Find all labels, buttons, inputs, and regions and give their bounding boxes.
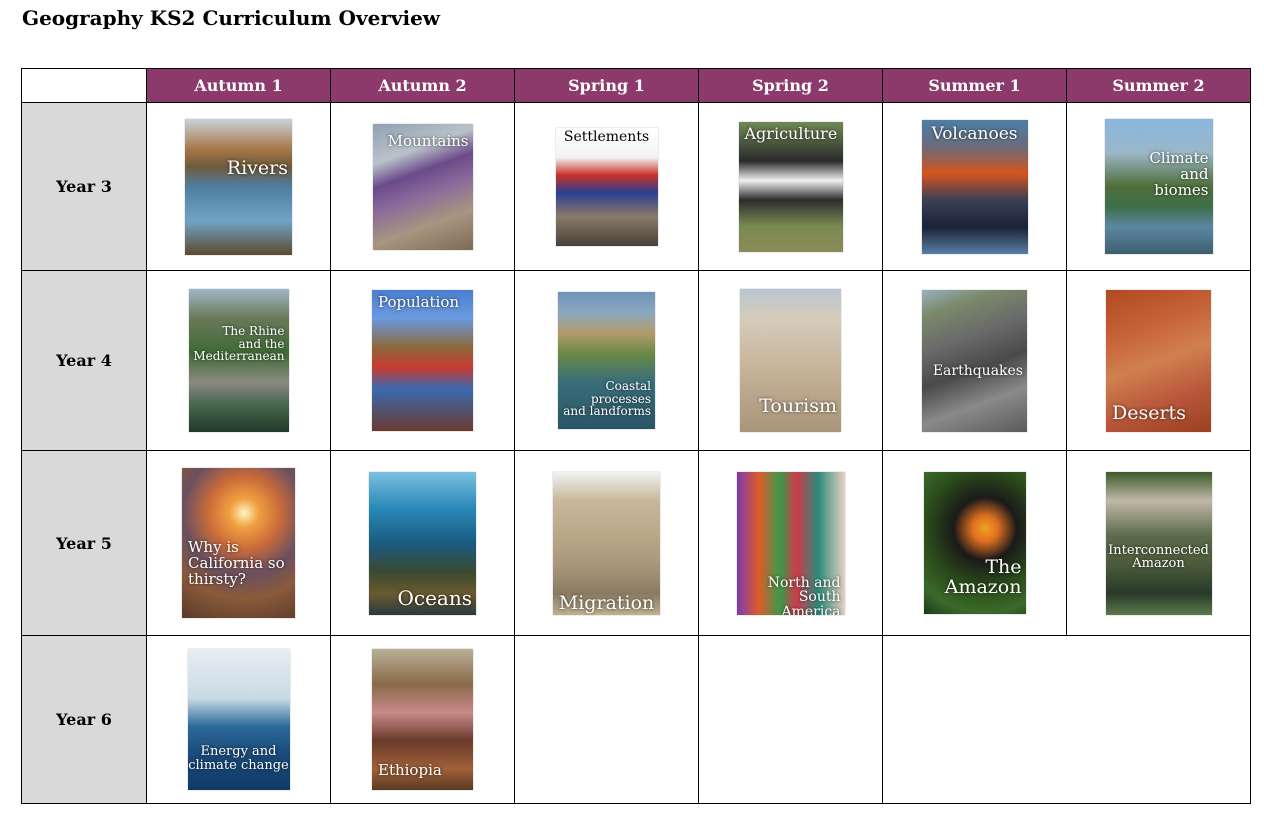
topic-card-rhine-mediterranean[interactable]: The Rhine and the Mediterranean	[188, 289, 289, 432]
year-label: Year 4	[21, 270, 147, 451]
topic-card-coastal[interactable]: Coastal processes and landforms	[558, 292, 655, 429]
topic-label: Deserts	[1112, 401, 1186, 424]
topic-label: Population	[378, 293, 460, 311]
topic-label: Settlements	[563, 128, 650, 145]
empty-cell	[698, 635, 883, 804]
topic-cell: Agriculture	[698, 102, 883, 271]
term-header-summer-1: Summer 1	[882, 68, 1067, 103]
topic-cell: North and South America	[698, 450, 883, 636]
topic-cell: Settlements	[514, 102, 699, 271]
topic-card-climate-biomes[interactable]: Climate and biomes	[1104, 119, 1213, 254]
year-label: Year 6	[21, 635, 147, 804]
topic-card-americas[interactable]: North and South America	[736, 471, 845, 615]
topic-card-deserts[interactable]: Deserts	[1106, 289, 1211, 432]
topic-card-oceans[interactable]: Oceans	[369, 471, 476, 615]
topic-card-ethiopia[interactable]: Ethiopia	[372, 649, 473, 790]
topic-label: Mountains	[387, 131, 469, 150]
topic-cell: Earthquakes	[882, 270, 1067, 451]
term-header-summer-2: Summer 2	[1066, 68, 1251, 103]
term-header-autumn-2: Autumn 2	[330, 68, 515, 103]
topic-cell: Energy and climate change	[146, 635, 331, 804]
year-row: Year 4 The Rhine and the Mediterranean P…	[21, 270, 1251, 451]
topic-cell: Why is California so thirsty?	[146, 450, 331, 636]
topic-cell: Volcanoes	[882, 102, 1067, 271]
topic-card-tourism[interactable]: Tourism	[740, 289, 841, 432]
corner-cell	[21, 68, 147, 103]
year-row: Year 6 Energy and climate change Ethiopi…	[21, 635, 1251, 804]
topic-cell: Coastal processes and landforms	[514, 270, 699, 451]
year-label: Year 5	[21, 450, 147, 636]
empty-cell	[882, 635, 1251, 804]
topic-label: Energy and climate change	[188, 744, 289, 773]
topic-label: Why is California so thirsty?	[188, 538, 285, 588]
topic-card-migration[interactable]: Migration	[553, 471, 660, 615]
topic-card-volcanoes[interactable]: Volcanoes	[921, 119, 1028, 254]
topic-label: Migration	[558, 591, 655, 614]
topic-card-agriculture[interactable]: Agriculture	[738, 121, 843, 252]
topic-card-interconnected-amazon[interactable]: Interconnected Amazon	[1105, 471, 1212, 615]
header-row: Autumn 1 Autumn 2 Spring 1 Spring 2 Summ…	[21, 68, 1251, 103]
topic-card-rivers[interactable]: Rivers	[185, 118, 292, 255]
topic-cell: Deserts	[1066, 270, 1251, 451]
topic-label: Coastal processes and landforms	[563, 379, 651, 419]
topic-card-population[interactable]: Population	[372, 290, 473, 431]
term-header-spring-2: Spring 2	[698, 68, 883, 103]
topic-card-california[interactable]: Why is California so thirsty?	[182, 468, 295, 618]
term-header-spring-1: Spring 1	[514, 68, 699, 103]
topic-cell: Oceans	[330, 450, 515, 636]
curriculum-table: Autumn 1 Autumn 2 Spring 1 Spring 2 Summ…	[21, 68, 1251, 804]
topic-label: Oceans	[397, 585, 472, 610]
topic-cell: Mountains	[330, 102, 515, 271]
topic-cell: Rivers	[146, 102, 331, 271]
topic-card-settlements[interactable]: Settlements	[555, 127, 658, 246]
topic-cell: Interconnected Amazon	[1066, 450, 1251, 636]
topic-label: Volcanoes	[931, 123, 1018, 144]
topic-cell: Population	[330, 270, 515, 451]
empty-cell	[514, 635, 699, 804]
topic-label: The Amazon	[944, 556, 1022, 598]
topic-card-amazon[interactable]: The Amazon	[923, 472, 1026, 614]
topic-card-mountains[interactable]: Mountains	[372, 123, 473, 250]
page-title: Geography KS2 Curriculum Overview	[22, 6, 441, 30]
topic-label: Rivers	[226, 156, 288, 179]
topic-cell: Climate and biomes	[1066, 102, 1251, 271]
topic-label: Interconnected Amazon	[1108, 542, 1209, 572]
topic-label: Agriculture	[744, 123, 838, 143]
topic-label: Tourism	[759, 395, 837, 417]
topic-cell: Ethiopia	[330, 635, 515, 804]
topic-card-earthquakes[interactable]: Earthquakes	[922, 289, 1027, 432]
term-header-autumn-1: Autumn 1	[146, 68, 331, 103]
topic-label: Climate and biomes	[1149, 149, 1209, 199]
topic-label: Earthquakes	[932, 362, 1023, 379]
topic-label: The Rhine and the Mediterranean	[193, 324, 285, 364]
year-row: Year 3 Rivers Mountains Settlements Agri…	[21, 102, 1251, 271]
topic-label: North and South America	[767, 574, 841, 615]
topic-label: Ethiopia	[378, 761, 442, 779]
topic-cell: Tourism	[698, 270, 883, 451]
topic-cell: The Amazon	[882, 450, 1067, 636]
year-row: Year 5 Why is California so thirsty? Oce…	[21, 450, 1251, 636]
year-label: Year 3	[21, 102, 147, 271]
topic-card-energy-climate[interactable]: Energy and climate change	[187, 649, 290, 790]
topic-cell: The Rhine and the Mediterranean	[146, 270, 331, 451]
topic-cell: Migration	[514, 450, 699, 636]
